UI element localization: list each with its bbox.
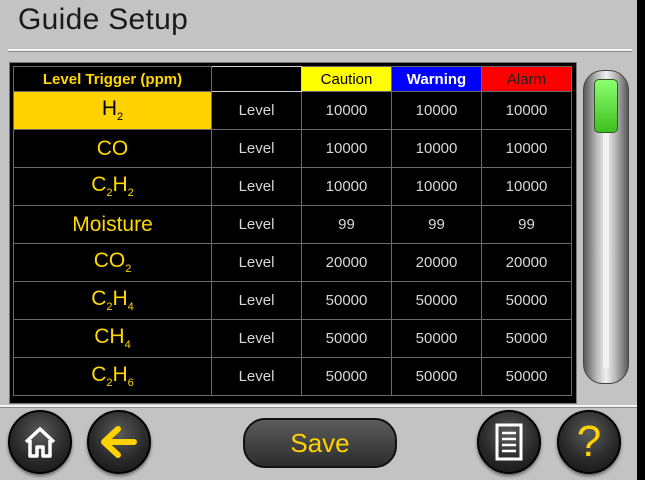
- alarm-value-cell[interactable]: 50000: [481, 319, 572, 358]
- table-row[interactable]: C2H2 Level 10000 10000 10000: [13, 167, 572, 206]
- page-title: Guide Setup: [18, 3, 189, 36]
- warning-value-cell[interactable]: 50000: [391, 319, 482, 358]
- gas-formula: H: [101, 97, 118, 121]
- warning-value-cell[interactable]: 10000: [391, 167, 482, 206]
- gas-name-cell[interactable]: CH4: [13, 319, 212, 358]
- gas-name-cell[interactable]: C2H6: [13, 357, 212, 396]
- trigger-type-cell[interactable]: Level: [211, 91, 302, 130]
- gas-formula: C: [91, 287, 107, 311]
- save-button[interactable]: Save: [243, 418, 397, 468]
- document-list-icon: [495, 423, 523, 461]
- trigger-type-cell[interactable]: Level: [211, 129, 302, 168]
- alarm-value-cell[interactable]: 50000: [481, 281, 572, 320]
- header-caution: Caution: [301, 66, 392, 92]
- gas-name-cell[interactable]: Moisture: [13, 205, 212, 244]
- bottom-divider: [0, 405, 637, 408]
- help-icon: ?: [576, 417, 602, 466]
- caution-value-cell[interactable]: 50000: [301, 319, 392, 358]
- list-button[interactable]: [477, 410, 541, 474]
- table-row[interactable]: C2H6 Level 50000 50000 50000: [13, 357, 572, 396]
- table-row[interactable]: Moisture Level 99 99 99: [13, 205, 572, 244]
- home-button[interactable]: [8, 410, 72, 474]
- gas-formula: H: [112, 363, 128, 387]
- table-row[interactable]: CO Level 10000 10000 10000: [13, 129, 572, 168]
- alarm-value-cell[interactable]: 20000: [481, 243, 572, 282]
- warning-value-cell[interactable]: 10000: [391, 91, 482, 130]
- warning-value-cell[interactable]: 10000: [391, 129, 482, 168]
- header-alarm: Alarm: [481, 66, 572, 92]
- title-divider: [8, 49, 632, 52]
- gas-formula: C: [91, 173, 107, 197]
- gas-formula: CH: [94, 325, 125, 349]
- gas-formula: CO: [96, 136, 129, 160]
- table-body: H2 Level 10000 10000 10000 CO Level 10000 10000 1…: [13, 91, 572, 396]
- warning-value-cell[interactable]: 20000: [391, 243, 482, 282]
- alarm-value-cell[interactable]: 50000: [481, 357, 572, 396]
- warning-value-cell[interactable]: 50000: [391, 357, 482, 396]
- trigger-type-cell[interactable]: Level: [211, 167, 302, 206]
- gas-formula: H: [112, 287, 128, 311]
- trigger-type-cell[interactable]: Level: [211, 319, 302, 358]
- back-button[interactable]: [87, 410, 151, 474]
- scrollbar[interactable]: [583, 70, 629, 384]
- table-row[interactable]: H2 Level 10000 10000 10000: [13, 91, 572, 130]
- caution-value-cell[interactable]: 10000: [301, 91, 392, 130]
- warning-value-cell[interactable]: 99: [391, 205, 482, 244]
- gas-formula: H: [112, 173, 128, 197]
- gas-subscript: 4: [124, 339, 131, 352]
- trigger-type-cell[interactable]: Level: [211, 357, 302, 396]
- gas-name-cell[interactable]: CO2: [13, 243, 212, 282]
- caution-value-cell[interactable]: 10000: [301, 167, 392, 206]
- table-row[interactable]: C2H4 Level 50000 50000 50000: [13, 281, 572, 320]
- header-level-trigger: Level Trigger (ppm): [13, 66, 212, 92]
- table-row[interactable]: CH4 Level 50000 50000 50000: [13, 319, 572, 358]
- alarm-value-cell[interactable]: 10000: [481, 91, 572, 130]
- trigger-table: Level Trigger (ppm) Caution Warning Alar…: [13, 66, 572, 396]
- alarm-value-cell[interactable]: 99: [481, 205, 572, 244]
- gas-name-cell[interactable]: CO: [13, 129, 212, 168]
- table-header-row: Level Trigger (ppm) Caution Warning Alar…: [13, 66, 572, 92]
- arrow-left-icon: [101, 426, 137, 458]
- caution-value-cell[interactable]: 20000: [301, 243, 392, 282]
- gas-subscript: 2: [125, 263, 132, 276]
- scrollbar-thumb[interactable]: [594, 79, 618, 133]
- gas-subscript: 2: [127, 187, 134, 200]
- gas-formula: Moisture: [72, 212, 153, 236]
- gas-name-cell[interactable]: H2: [13, 91, 212, 130]
- help-button[interactable]: ?: [557, 410, 621, 474]
- warning-value-cell[interactable]: 50000: [391, 281, 482, 320]
- header-warning: Warning: [391, 66, 482, 92]
- table-row[interactable]: CO2 Level 20000 20000 20000: [13, 243, 572, 282]
- gas-formula: CO: [93, 249, 126, 273]
- gas-name-cell[interactable]: C2H4: [13, 281, 212, 320]
- alarm-value-cell[interactable]: 10000: [481, 167, 572, 206]
- alarm-value-cell[interactable]: 10000: [481, 129, 572, 168]
- screen: Guide Setup Level Trigger (ppm) Caution …: [0, 0, 637, 480]
- trigger-type-cell[interactable]: Level: [211, 205, 302, 244]
- caution-value-cell[interactable]: 50000: [301, 281, 392, 320]
- caution-value-cell[interactable]: 10000: [301, 129, 392, 168]
- gas-subscript: 6: [127, 377, 134, 390]
- gas-subscript: 2: [117, 111, 124, 124]
- gas-subscript: 4: [127, 301, 134, 314]
- trigger-table-panel: Level Trigger (ppm) Caution Warning Alar…: [9, 62, 577, 404]
- header-blank: [211, 66, 302, 92]
- caution-value-cell[interactable]: 50000: [301, 357, 392, 396]
- gas-name-cell[interactable]: C2H2: [13, 167, 212, 206]
- caution-value-cell[interactable]: 99: [301, 205, 392, 244]
- trigger-type-cell[interactable]: Level: [211, 281, 302, 320]
- home-icon: [24, 427, 56, 458]
- gas-formula: C: [91, 363, 107, 387]
- trigger-type-cell[interactable]: Level: [211, 243, 302, 282]
